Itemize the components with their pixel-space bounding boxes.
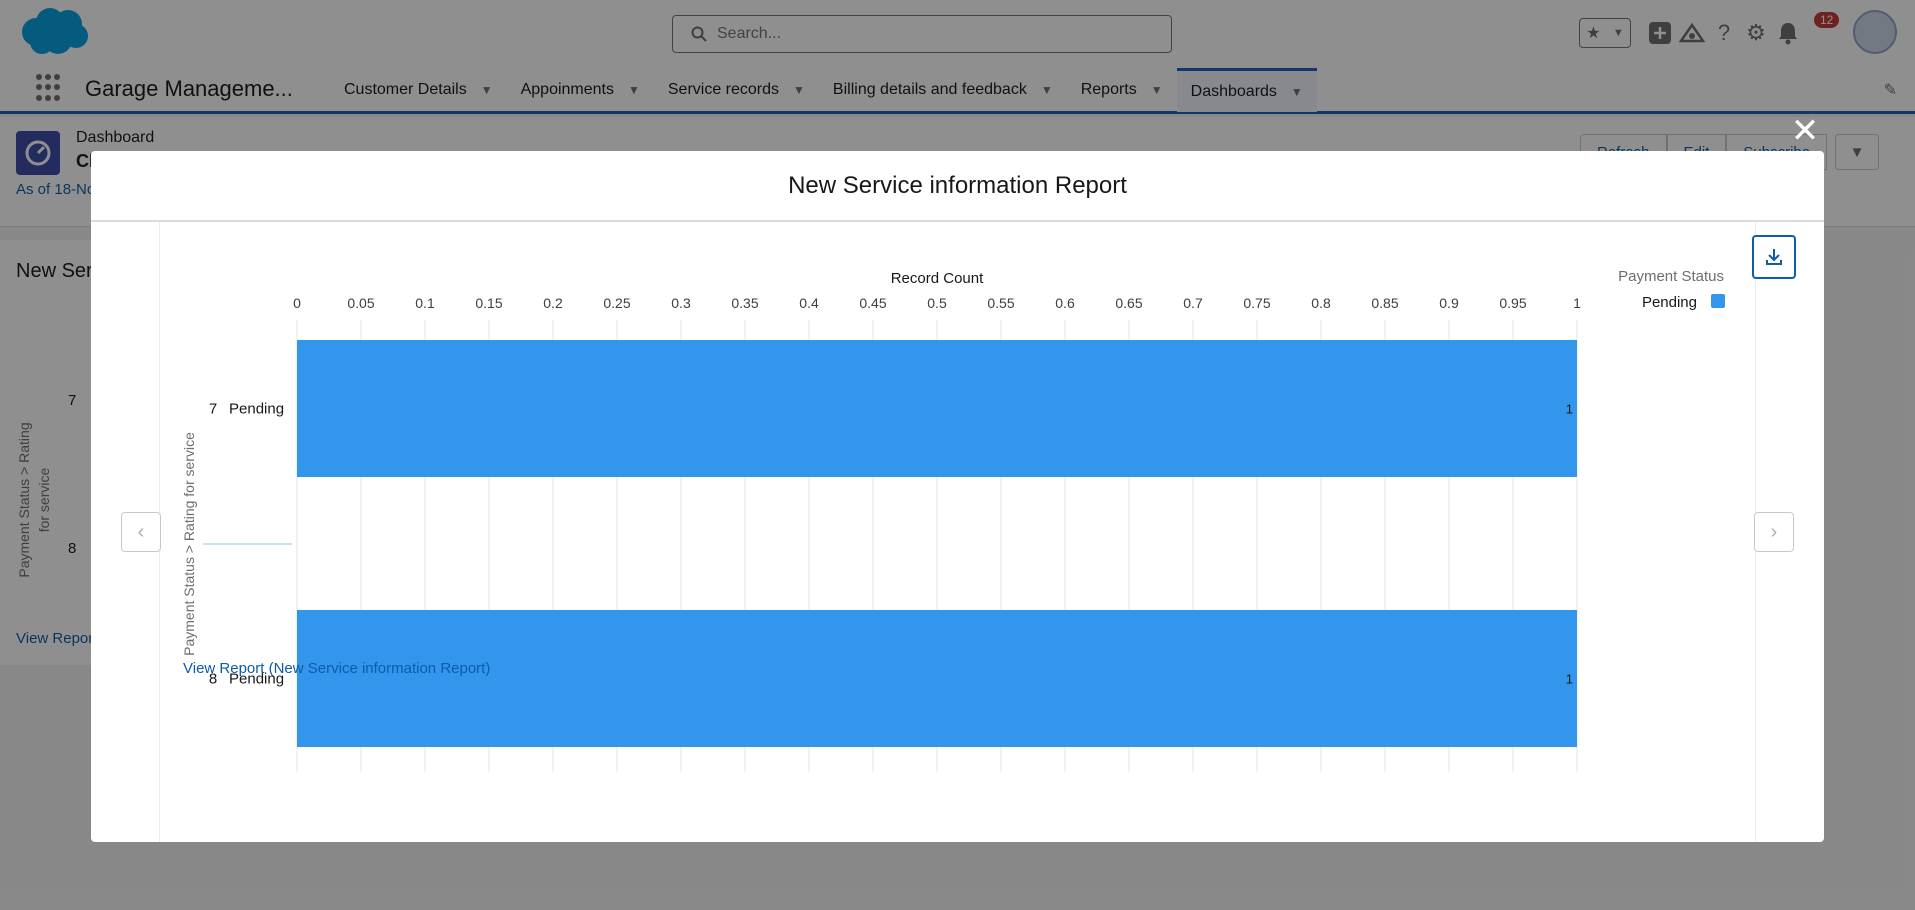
x-tick-label: 0.35 bbox=[731, 295, 758, 311]
legend-swatch bbox=[1711, 294, 1725, 308]
x-tick-label: 0.85 bbox=[1371, 295, 1398, 311]
x-tick-label: 0.6 bbox=[1055, 295, 1075, 311]
x-tick-label: 0.2 bbox=[543, 295, 563, 311]
bar-data-label: 1 bbox=[1566, 402, 1573, 417]
y-axis-title: Payment Status > Rating for service bbox=[181, 432, 197, 656]
x-axis-title: Record Count bbox=[891, 270, 984, 287]
category-label: Pending bbox=[229, 401, 284, 418]
bar-chart: 0 0.05 0.1 0.15 0.2 0.25 0.3 0.35 0.4 0.45 0.5 0.55… bbox=[181, 268, 1725, 772]
legend-entry-label: Pending bbox=[1642, 294, 1697, 311]
x-tick-label: 0.1 bbox=[415, 295, 435, 311]
legend-title: Payment Status bbox=[1618, 268, 1724, 285]
x-tick-label: 0.55 bbox=[987, 295, 1014, 311]
x-tick-label: 0.7 bbox=[1183, 295, 1203, 311]
view-report-link[interactable]: View Report (New Service information Rep… bbox=[183, 660, 490, 677]
x-tick-label: 0.25 bbox=[603, 295, 630, 311]
bar bbox=[297, 340, 1577, 477]
x-tick-label: 0.45 bbox=[859, 295, 886, 311]
x-tick-label: 0.5 bbox=[927, 295, 947, 311]
x-tick-label: 0.15 bbox=[475, 295, 502, 311]
x-tick-label: 0.95 bbox=[1499, 295, 1526, 311]
x-tick-label: 0.65 bbox=[1115, 295, 1142, 311]
x-tick-label: 0.8 bbox=[1311, 295, 1331, 311]
x-tick-label: 0.3 bbox=[671, 295, 691, 311]
group-label: 7 bbox=[209, 401, 217, 418]
x-tick-label: 0 bbox=[293, 295, 301, 311]
x-tick-label: 0.05 bbox=[347, 295, 374, 311]
x-tick-label: 0.75 bbox=[1243, 295, 1270, 311]
bar bbox=[297, 610, 1577, 747]
x-tick-label: 0.9 bbox=[1439, 295, 1459, 311]
x-tick-label: 0.4 bbox=[799, 295, 819, 311]
x-tick-label: 1 bbox=[1573, 295, 1581, 311]
bar-data-label: 1 bbox=[1566, 672, 1573, 687]
